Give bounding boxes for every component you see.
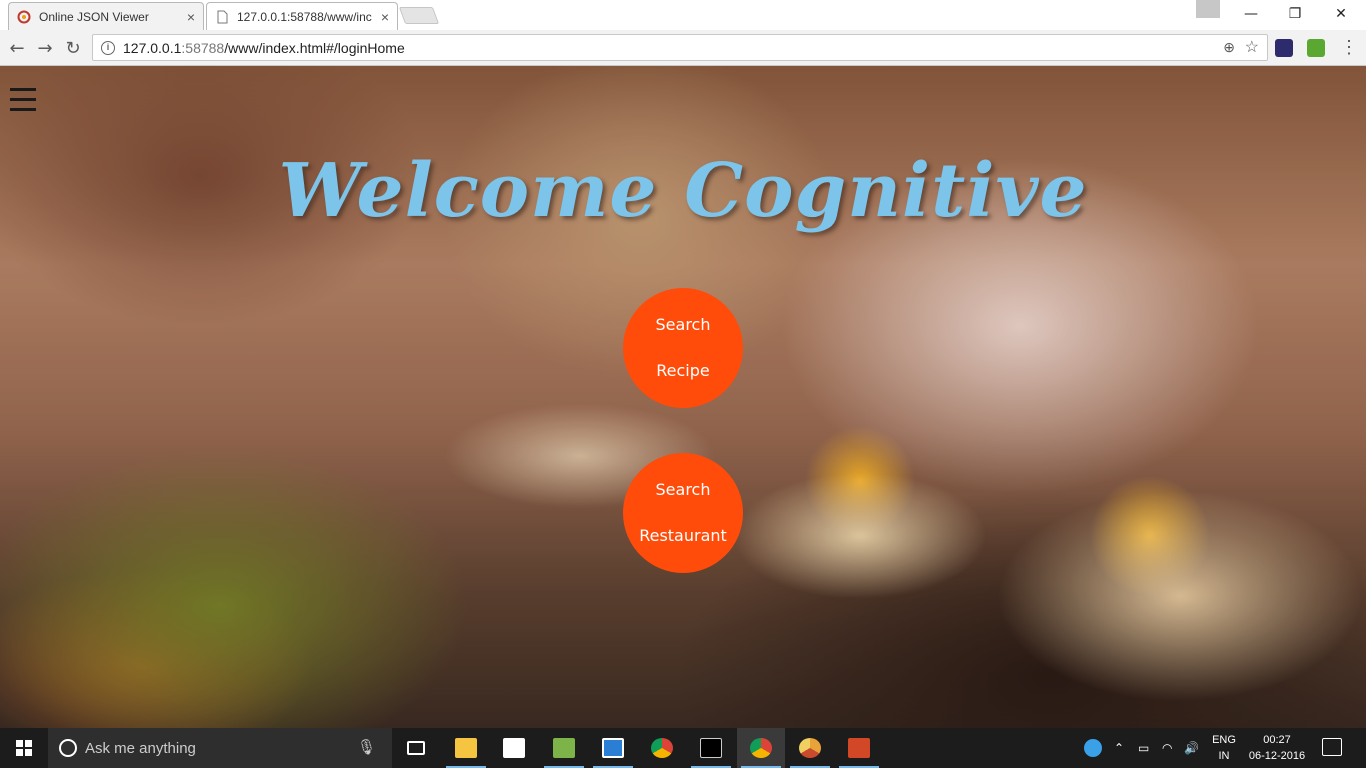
powerpoint-icon[interactable] (835, 728, 883, 768)
app-icon[interactable] (589, 728, 637, 768)
address-bar[interactable]: i 127.0.0.1:58788/www/index.html#/loginH… (92, 34, 1268, 61)
tab-online-json-viewer[interactable]: Online JSON Viewer × (8, 2, 204, 30)
battery-icon[interactable]: ▭ (1138, 728, 1149, 768)
windows-taskbar: Ask me anything 🎙 ⌃ ▭ ◠ 🔊 ENG IN 00:27 0… (0, 728, 1366, 768)
wifi-icon[interactable]: ◠ (1162, 728, 1172, 768)
cortana-icon (59, 739, 77, 757)
clock[interactable]: 00:27 06-12-2016 (1246, 732, 1308, 764)
tab-localhost-active[interactable]: 127.0.0.1:58788/www/inc × (206, 2, 398, 31)
url-text[interactable]: 127.0.0.1:58788/www/index.html#/loginHom… (123, 40, 405, 56)
volume-icon[interactable]: 🔊 (1184, 728, 1199, 768)
chrome-icon[interactable] (638, 728, 686, 768)
tab-title: Online JSON Viewer (39, 9, 149, 24)
store-icon[interactable] (490, 728, 538, 768)
tab-close-icon[interactable]: × (187, 9, 195, 25)
reload-button[interactable]: ↻ (60, 35, 86, 61)
new-tab-button[interactable] (398, 7, 440, 24)
welcome-heading: Welcome Cognitive (278, 148, 1088, 234)
task-view-icon[interactable] (392, 728, 440, 768)
action-center-icon[interactable] (1322, 738, 1342, 756)
back-button[interactable]: ← (4, 35, 30, 61)
bookmark-star-icon[interactable]: ☆ (1245, 37, 1259, 57)
microphone-icon[interactable]: 🎙 (357, 738, 376, 756)
tab-close-icon[interactable]: × (381, 9, 389, 25)
show-hidden-icons-icon[interactable]: ⌃ (1114, 728, 1124, 768)
chrome-active-icon[interactable] (737, 728, 785, 768)
search-restaurant-button[interactable]: Search Restaurant (623, 453, 743, 573)
search-placeholder: Ask me anything (85, 739, 196, 757)
clock-time: 00:27 (1263, 734, 1291, 746)
browser-toolbar: ← → ↻ i 127.0.0.1:58788/www/index.html#/… (0, 30, 1366, 66)
zoom-icon[interactable]: ⊕ (1223, 39, 1235, 56)
forward-button[interactable]: → (32, 35, 58, 61)
notification-app-icon[interactable] (1084, 728, 1104, 768)
minimize-button[interactable]: — (1228, 0, 1274, 28)
site-info-icon[interactable]: i (101, 40, 115, 55)
browser-tabstrip: Online JSON Viewer × 127.0.0.1:58788/www… (0, 0, 1366, 31)
json-viewer-favicon-icon (17, 10, 31, 23)
close-window-button[interactable]: ✕ (1318, 0, 1364, 28)
language-indicator[interactable]: ENG IN (1206, 732, 1242, 764)
chrome-canary-icon[interactable] (786, 728, 834, 768)
browser-menu-icon[interactable]: ⋮ (1340, 37, 1358, 58)
file-explorer-icon[interactable] (442, 728, 490, 768)
start-button[interactable] (0, 728, 48, 768)
cors-extension-icon[interactable] (1307, 39, 1325, 57)
extension-icon[interactable] (1275, 39, 1293, 57)
page-background: Welcome Cognitive Search Recipe Search R… (0, 66, 1366, 728)
clock-date: 06-12-2016 (1248, 750, 1306, 762)
page-favicon-icon (217, 10, 228, 24)
restore-button[interactable]: ❐ (1272, 0, 1318, 28)
windows-logo-icon (16, 740, 32, 756)
cortana-search-box[interactable]: Ask me anything 🎙 (48, 728, 392, 768)
search-recipe-button[interactable]: Search Recipe (623, 288, 743, 408)
profile-icon[interactable] (1196, 0, 1220, 18)
hamburger-menu-icon[interactable] (10, 88, 36, 114)
tab-title: 127.0.0.1:58788/www/inc (237, 10, 372, 24)
notepad-plus-icon[interactable] (540, 728, 588, 768)
command-prompt-icon[interactable] (687, 728, 735, 768)
